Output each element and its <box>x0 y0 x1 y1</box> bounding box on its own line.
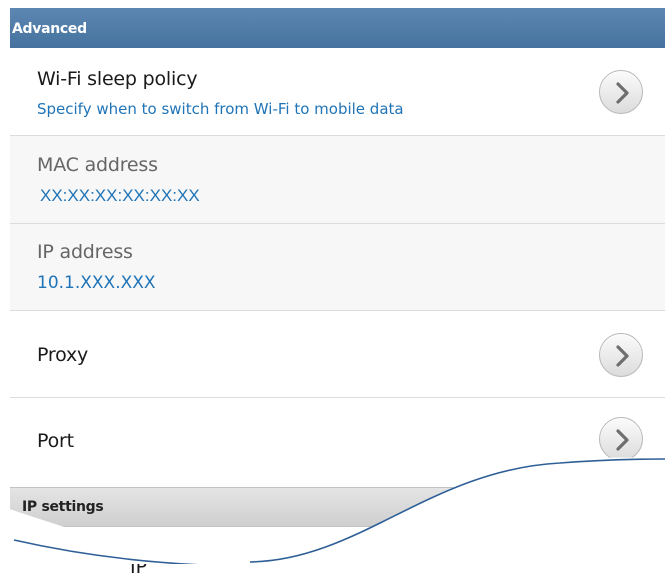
mac-address-item: MAC address XX:XX:XX:XX:XX:XX <box>10 136 665 224</box>
ip-settings-partial-label: IP <box>130 556 148 578</box>
mac-address-value: XX:XX:XX:XX:XX:XX <box>40 186 200 205</box>
section-header-title: Advanced <box>12 21 87 37</box>
wifi-sleep-policy-title: Wi-Fi sleep policy <box>37 68 198 90</box>
ip-settings-title: IP settings <box>22 499 104 515</box>
ip-address-title: IP address <box>37 241 133 263</box>
chevron-right-icon[interactable] <box>599 417 643 461</box>
section-header-advanced: Advanced <box>10 8 665 48</box>
chevron-right-icon[interactable] <box>599 333 643 377</box>
ip-address-item: IP address 10.1.XXX.XXX <box>10 224 665 311</box>
proxy-title: Proxy <box>37 344 89 366</box>
ip-address-value: 10.1.XXX.XXX <box>37 273 156 293</box>
wifi-sleep-policy-item[interactable]: Wi-Fi sleep policy Specify when to switc… <box>10 48 665 136</box>
chevron-right-icon[interactable] <box>599 70 643 114</box>
proxy-item[interactable]: Proxy <box>10 311 665 398</box>
port-item[interactable]: Port <box>10 398 665 487</box>
ip-settings-item-partial[interactable]: IP <box>10 527 665 578</box>
wifi-sleep-policy-subtitle: Specify when to switch from Wi-Fi to mob… <box>37 100 404 118</box>
section-header-ip-settings: IP settings <box>10 487 665 527</box>
port-title: Port <box>37 430 74 452</box>
mac-address-title: MAC address <box>37 154 158 176</box>
settings-screen: Advanced Wi-Fi sleep policy Specify when… <box>0 0 665 578</box>
